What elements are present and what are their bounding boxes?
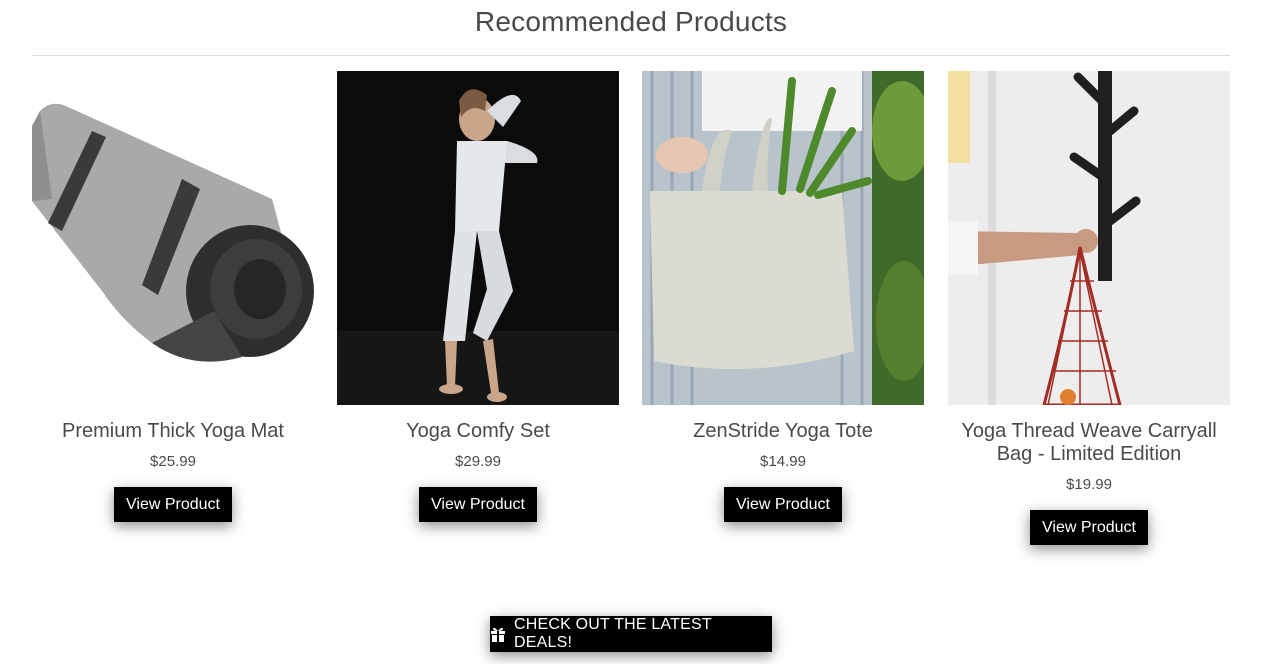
- product-price: $14.99: [760, 453, 806, 470]
- product-image-carryall-bag[interactable]: [948, 71, 1230, 405]
- view-product-button[interactable]: View Product: [419, 487, 537, 522]
- section-title: Recommended Products: [474, 6, 788, 37]
- product-price: $25.99: [150, 453, 196, 470]
- product-price: $19.99: [1066, 476, 1112, 493]
- product-name[interactable]: ZenStride Yoga Tote: [642, 420, 924, 443]
- product-name[interactable]: Premium Thick Yoga Mat: [32, 420, 314, 443]
- latest-deals-label: CHECK OUT THE LATEST DEALS!: [514, 616, 712, 651]
- view-product-button[interactable]: View Product: [724, 487, 842, 522]
- section-divider: [32, 55, 1230, 56]
- product-card: Yoga Comfy Set $29.99 View Product: [337, 71, 619, 522]
- latest-deals-button[interactable]: CHECK OUT THE LATEST DEALS!: [490, 616, 772, 652]
- product-price: $29.99: [455, 453, 501, 470]
- product-name[interactable]: Yoga Thread Weave Carryall Bag - Limited…: [948, 420, 1230, 466]
- product-image-comfy-set[interactable]: [337, 71, 619, 405]
- product-image-yoga-mat[interactable]: [32, 71, 314, 405]
- view-product-button[interactable]: View Product: [114, 487, 232, 522]
- product-image-yoga-tote[interactable]: [642, 71, 924, 405]
- product-card: ZenStride Yoga Tote $14.99 View Product: [642, 71, 924, 522]
- product-card: Yoga Thread Weave Carryall Bag - Limited…: [948, 71, 1230, 545]
- view-product-button[interactable]: View Product: [1030, 510, 1148, 545]
- gift-icon: [490, 626, 506, 642]
- product-card: Premium Thick Yoga Mat $25.99 View Produ…: [32, 71, 314, 522]
- product-name[interactable]: Yoga Comfy Set: [337, 420, 619, 443]
